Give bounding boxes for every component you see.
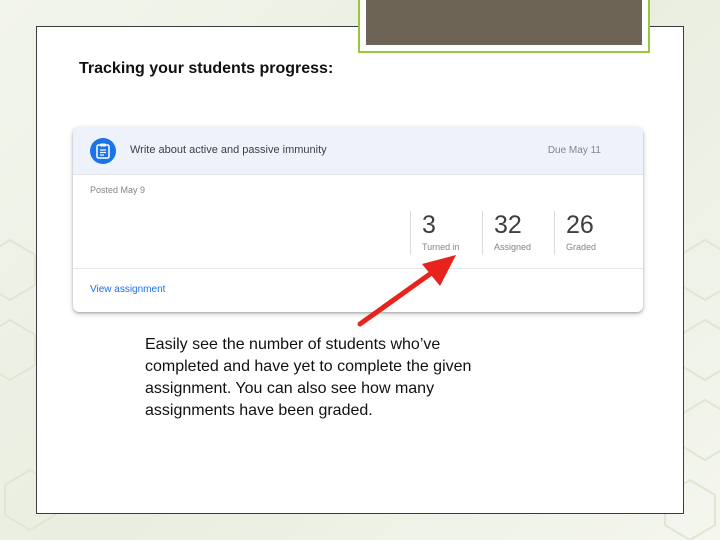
stat-turned-in-label: Turned in [422, 242, 460, 252]
slide-title: Tracking your students progress: [79, 60, 334, 77]
stat-assigned-value: 32 [494, 211, 522, 239]
card-divider [73, 268, 643, 269]
posted-date: Posted May 9 [90, 185, 146, 195]
stat-assigned-label: Assigned [494, 242, 532, 252]
assignment-title[interactable]: Write about active and passive immunity [130, 144, 327, 156]
view-assignment-link[interactable]: View assignment [90, 284, 165, 295]
assignment-card[interactable]: Write about active and passive immunity … [73, 127, 643, 312]
assignment-icon [90, 138, 116, 164]
assignment-card-header: Write about active and passive immunity … [73, 127, 643, 175]
stat-turned-in[interactable]: 3 Turned in [410, 211, 460, 255]
stat-assigned[interactable]: 32 Assigned [482, 211, 531, 255]
stat-graded-value: 26 [566, 211, 594, 239]
top-accent-fill [366, 0, 642, 45]
top-accent-block [358, 0, 650, 53]
due-date: Due May 11 [547, 145, 601, 156]
slide-caption: Easily see the number of students who’ve… [145, 336, 472, 419]
stat-graded[interactable]: 26 Graded [554, 211, 596, 255]
clipboard-icon [96, 143, 110, 159]
stat-turned-in-value: 3 [422, 211, 436, 239]
stat-graded-label: Graded [566, 242, 597, 252]
